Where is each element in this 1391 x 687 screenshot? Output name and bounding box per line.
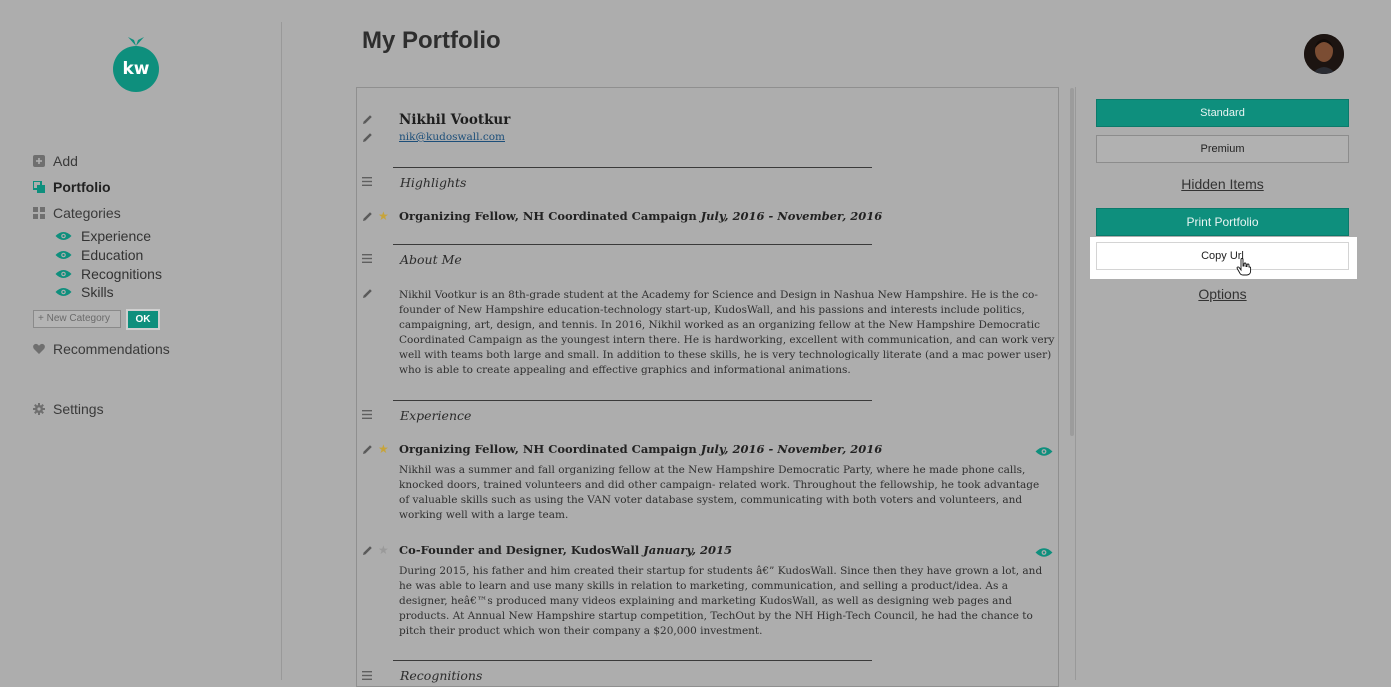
pencil-icon[interactable] (362, 288, 373, 299)
star-icon[interactable]: ★ (378, 210, 389, 222)
star-icon[interactable]: ★ (378, 544, 389, 556)
ok-button[interactable]: OK (126, 309, 160, 330)
entry-date: July, 2016 - November, 2016 (700, 209, 883, 223)
entry-date: January, 2015 (643, 543, 733, 557)
standard-button[interactable]: Standard (1096, 99, 1349, 127)
category-label: Skills (81, 284, 114, 300)
drag-handle-icon[interactable] (362, 410, 372, 419)
nav-add-label: Add (53, 153, 78, 169)
drag-handle-icon[interactable] (362, 254, 372, 263)
logo-badge: kw (113, 46, 159, 92)
section-highlights: Highlights (400, 175, 467, 190)
pencil-icon[interactable] (362, 545, 373, 556)
eye-icon[interactable] (55, 269, 72, 279)
kudoswall-logo[interactable]: kw (110, 36, 162, 96)
category-experience[interactable]: Experience (55, 228, 151, 244)
pencil-icon[interactable] (362, 114, 373, 125)
nav-settings[interactable]: Settings (33, 401, 104, 417)
nav-portfolio-label: Portfolio (53, 179, 111, 195)
hidden-items-link[interactable]: Hidden Items (1096, 176, 1349, 192)
heart-icon (33, 343, 45, 354)
page-title: My Portfolio (362, 27, 501, 54)
hand-cursor-icon (1236, 258, 1252, 276)
entry-date: July, 2016 - November, 2016 (700, 442, 883, 456)
gear-icon (33, 403, 45, 415)
section-recognitions: Recognitions (400, 668, 483, 683)
grid-icon (33, 207, 45, 219)
experience-entry-text: Nikhil was a summer and fall organizing … (399, 464, 1040, 521)
portfolio-icon (33, 181, 45, 193)
about-text: Nikhil Vootkur is an 8th-grade student a… (399, 289, 1055, 376)
plus-square-icon (33, 155, 45, 167)
category-skills[interactable]: Skills (55, 284, 114, 300)
scrollbar[interactable] (1070, 88, 1074, 436)
nav-portfolio[interactable]: Portfolio (33, 179, 111, 195)
category-label: Education (81, 247, 144, 263)
options-link[interactable]: Options (1096, 286, 1349, 302)
entry-title-text: Co-Founder and Designer, KudosWall (399, 543, 640, 557)
pencil-icon[interactable] (362, 211, 373, 222)
nav-recommendations-label: Recommendations (53, 341, 170, 357)
premium-button[interactable]: Premium (1096, 135, 1349, 163)
entry-title-text: Organizing Fellow, NH Coordinated Campai… (399, 442, 697, 456)
section-experience: Experience (400, 408, 472, 423)
panel-divider (1075, 87, 1076, 680)
category-label: Experience (81, 228, 152, 244)
leaf-icon (128, 37, 144, 46)
user-avatar[interactable] (1304, 34, 1344, 74)
section-divider (393, 244, 872, 245)
copy-url-button[interactable]: Copy Url (1096, 242, 1349, 270)
new-category-input[interactable]: + New Category (33, 310, 121, 328)
profile-name: Nikhil Vootkur (399, 112, 511, 128)
experience-entry-text: During 2015, his father and him created … (399, 565, 1043, 637)
section-about: About Me (400, 252, 462, 267)
highlight-entry-title: Organizing Fellow, NH Coordinated Campai… (399, 209, 882, 223)
pencil-icon[interactable] (362, 132, 373, 143)
experience-entry-title: Organizing Fellow, NH Coordinated Campai… (399, 442, 882, 456)
experience-entry-title: Co-Founder and Designer, KudosWall Janua… (399, 543, 732, 557)
section-divider (393, 400, 872, 401)
category-label: Recognitions (81, 266, 162, 282)
eye-icon[interactable] (55, 231, 72, 241)
section-divider (393, 660, 872, 661)
pencil-icon[interactable] (362, 444, 373, 455)
category-recognitions[interactable]: Recognitions (55, 266, 162, 282)
nav-settings-label: Settings (53, 401, 104, 417)
nav-categories[interactable]: Categories (33, 205, 121, 221)
nav-categories-label: Categories (53, 205, 121, 221)
entry-title-text: Organizing Fellow, NH Coordinated Campai… (399, 209, 697, 223)
star-icon[interactable]: ★ (378, 443, 389, 455)
nav-recommendations[interactable]: Recommendations (33, 341, 170, 357)
drag-handle-icon[interactable] (362, 671, 372, 680)
eye-icon[interactable] (55, 250, 72, 260)
eye-icon[interactable] (1035, 547, 1053, 558)
section-divider (393, 167, 872, 168)
sidebar-divider (281, 22, 282, 680)
drag-handle-icon[interactable] (362, 177, 372, 186)
nav-add[interactable]: Add (33, 153, 78, 169)
category-education[interactable]: Education (55, 247, 143, 263)
eye-icon[interactable] (1035, 446, 1053, 457)
eye-icon[interactable] (55, 287, 72, 297)
profile-email[interactable]: nik@kudoswall.com (399, 131, 505, 143)
avatar-portrait (1304, 34, 1344, 74)
print-portfolio-button[interactable]: Print Portfolio (1096, 208, 1349, 236)
